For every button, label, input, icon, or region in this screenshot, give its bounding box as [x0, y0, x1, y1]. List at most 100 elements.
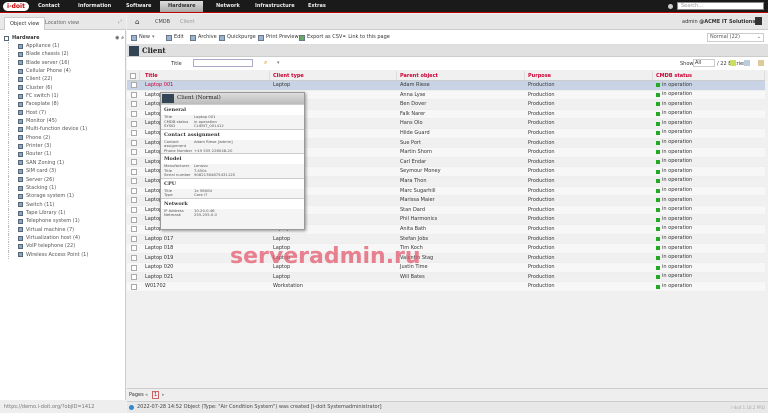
search-input[interactable]: Search...: [677, 2, 764, 10]
sidebar-item[interactable]: Virtualization host (4): [8, 233, 124, 243]
sidebar-item[interactable]: SIM card (3): [8, 167, 124, 176]
sidebar-item[interactable]: Monitor (45): [8, 117, 124, 126]
nav-hardware[interactable]: Hardware: [160, 1, 204, 12]
row-checkbox[interactable]: [130, 120, 137, 127]
sidebar-item[interactable]: Stacking (1): [8, 183, 124, 193]
sidebar-item[interactable]: Virtual machine (7): [8, 225, 124, 234]
cell-title[interactable]: Laptop 001: [140, 81, 270, 90]
col-purpose[interactable]: Purpose: [525, 71, 653, 80]
user-name[interactable]: admin: [682, 19, 698, 25]
nav-extras[interactable]: Extras: [300, 0, 334, 12]
row-checkbox[interactable]: [130, 101, 137, 108]
tree-root-hardware[interactable]: Hardware ◉ ⌕: [4, 34, 124, 42]
sidebar-item[interactable]: Multi-function device (1): [8, 125, 124, 134]
row-checkbox[interactable]: [130, 207, 137, 214]
select-all-checkbox[interactable]: [130, 72, 136, 79]
prev-page-icon[interactable]: ◂: [145, 392, 148, 398]
sidebar-item[interactable]: Switch (11): [8, 200, 124, 209]
status-indicator-icon: [656, 275, 660, 280]
sidebar-item[interactable]: Cellular Phone (4): [8, 67, 124, 76]
title-filter-input[interactable]: [193, 59, 253, 67]
row-checkbox[interactable]: [130, 159, 137, 166]
sidebar-item[interactable]: Server (26): [8, 175, 124, 184]
col-cmdb-status[interactable]: CMDB status: [653, 71, 765, 80]
col-client-type[interactable]: Client type: [270, 71, 397, 80]
print-preview-button[interactable]: Print Preview: [258, 33, 299, 42]
cell-title[interactable]: Laptop 017: [140, 235, 270, 244]
sidebar-item[interactable]: SAN Zoning (1): [8, 158, 124, 168]
sidebar-item[interactable]: Wireless Access Point (1): [8, 250, 124, 259]
archive-button[interactable]: Archive: [190, 33, 217, 42]
row-checkbox[interactable]: [130, 178, 137, 185]
nav-contact[interactable]: Contact: [30, 0, 68, 12]
sidebar-item[interactable]: Blade server (16): [8, 58, 124, 68]
sidebar-item[interactable]: VoIP telephone (22): [8, 242, 124, 251]
sidebar-item[interactable]: Storage system (1): [8, 192, 124, 201]
nav-software[interactable]: Software: [118, 0, 159, 12]
sidebar-item[interactable]: Appliance (1): [8, 42, 124, 51]
row-checkbox[interactable]: [130, 111, 137, 118]
row-checkbox[interactable]: [130, 216, 137, 223]
export-csv-button[interactable]: Export as CSV: [299, 33, 342, 42]
nav-network[interactable]: Network: [208, 0, 248, 12]
idoit-logo[interactable]: i-doit: [3, 2, 29, 11]
row-checkbox[interactable]: [130, 264, 137, 271]
view-select[interactable]: Normal (22) ⌄: [707, 33, 764, 42]
globe-icon[interactable]: [668, 4, 673, 9]
chevron-down-icon: ⌄: [756, 34, 761, 40]
export-list-icon[interactable]: [758, 60, 764, 66]
row-checkbox[interactable]: [130, 245, 137, 252]
col-parent-object[interactable]: Parent object: [397, 71, 525, 80]
quickpurge-button[interactable]: Quickpurge: [219, 33, 256, 42]
sidebar-item[interactable]: Phone (2): [8, 133, 124, 143]
eye-icon[interactable]: ◉ ⌕: [115, 34, 124, 42]
next-page-icon[interactable]: ▸: [162, 392, 165, 398]
row-checkbox[interactable]: [130, 187, 137, 194]
user-icon[interactable]: [755, 17, 762, 25]
row-checkbox[interactable]: [130, 149, 137, 156]
search-icon[interactable]: ⌕: [264, 59, 267, 67]
tenant-name[interactable]: @ACME IT Solutions: [699, 19, 755, 25]
sidebar-item[interactable]: Telephone system (1): [8, 217, 124, 226]
cell-title[interactable]: W01702: [140, 282, 270, 291]
row-checkbox[interactable]: [130, 168, 137, 175]
table-config-icon[interactable]: [744, 60, 750, 66]
row-checkbox[interactable]: [130, 235, 137, 242]
edit-button[interactable]: Edit: [166, 33, 184, 42]
sidebar-item[interactable]: Cluster (6): [8, 83, 124, 93]
cell-title[interactable]: Laptop 021: [140, 273, 270, 282]
sidebar-item[interactable]: FC switch (1): [8, 92, 124, 101]
sidebar-item[interactable]: Client (22): [8, 75, 124, 84]
page-1[interactable]: 1: [152, 391, 160, 399]
expand-icon[interactable]: ⤢: [118, 19, 122, 25]
filter-dropdown-icon[interactable]: ▾: [277, 60, 280, 66]
row-checkbox[interactable]: [130, 226, 137, 233]
row-checkbox[interactable]: [130, 130, 137, 137]
show-label: Show: [680, 61, 694, 67]
list-view-icon[interactable]: [730, 60, 736, 66]
breadcrumb-cmdb[interactable]: CMDB: [155, 19, 170, 25]
sidebar-item[interactable]: Blade chassis (2): [8, 50, 124, 59]
row-checkbox[interactable]: [130, 139, 137, 146]
new-button[interactable]: New: [131, 33, 150, 42]
nav-information[interactable]: Information: [70, 0, 119, 12]
sidebar-item[interactable]: Printer (3): [8, 142, 124, 151]
sidebar-item[interactable]: Host (7): [8, 108, 124, 118]
row-checkbox[interactable]: [130, 274, 137, 281]
row-checkbox[interactable]: [130, 254, 137, 261]
nav-infrastructure[interactable]: Infrastructure: [247, 0, 303, 12]
tab-location-view[interactable]: Location view: [40, 17, 84, 30]
sidebar-item[interactable]: Router (1): [8, 150, 124, 159]
home-icon[interactable]: ⌂: [135, 18, 139, 26]
col-title[interactable]: Title: [140, 71, 270, 80]
row-checkbox[interactable]: [130, 91, 137, 98]
new-dropdown-icon[interactable]: ▾: [152, 33, 155, 42]
show-select[interactable]: All: [693, 59, 715, 67]
link-button[interactable]: ⚭ Link to this page: [342, 33, 390, 42]
row-checkbox[interactable]: [130, 197, 137, 204]
sidebar-item[interactable]: Faceplate (8): [8, 100, 124, 109]
row-checkbox[interactable]: [130, 82, 137, 89]
sidebar-item[interactable]: Tape Library (1): [8, 208, 124, 218]
row-checkbox[interactable]: [130, 283, 137, 290]
table-row[interactable]: W01702 Workstation Production in operation: [127, 282, 765, 293]
